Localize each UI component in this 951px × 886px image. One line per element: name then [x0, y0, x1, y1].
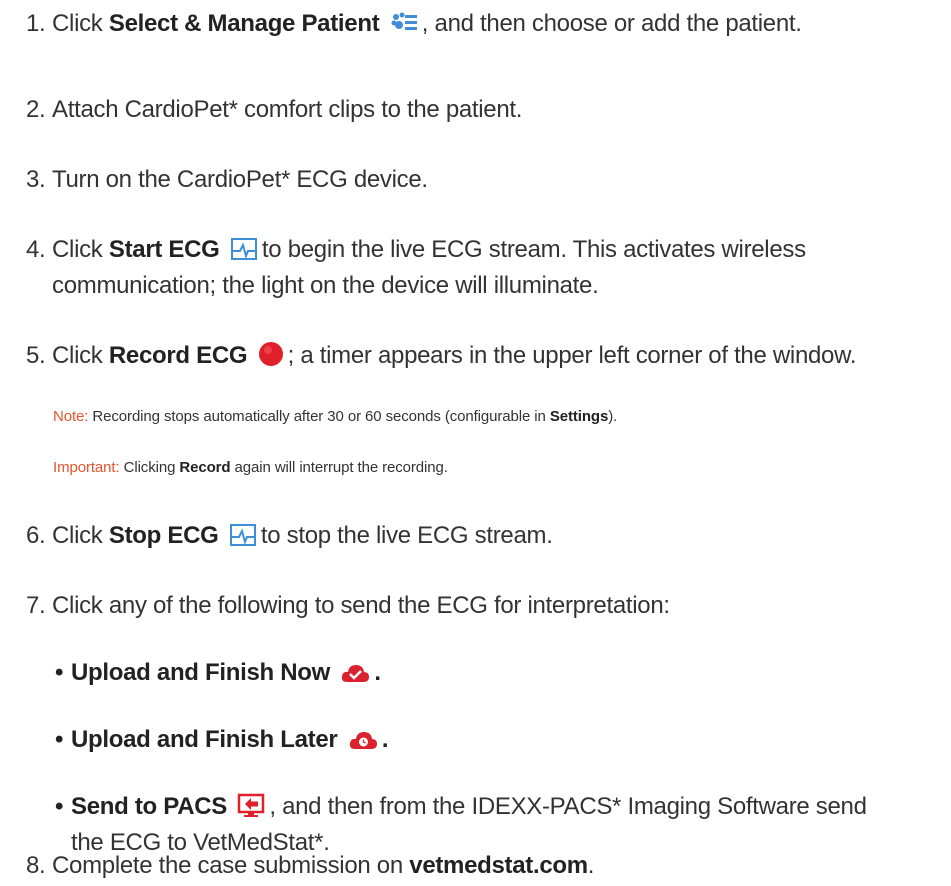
cloud-clock-icon — [348, 729, 378, 751]
step-2: 2. Attach CardioPet* comfort clips to the… — [26, 96, 523, 123]
record-ecg-label: Record ECG — [108, 342, 248, 369]
step-5: 5. Click Record ECG ; a timer appears in … — [26, 341, 857, 369]
record-dot-icon — [258, 341, 284, 367]
important-text: Important: Clicking Record again will in… — [53, 459, 448, 476]
select-manage-patient-label: Select & Manage Patient — [108, 10, 380, 37]
step-1: 1. Click Select & Manage Patient , and th… — [26, 10, 802, 37]
step-8: 8. Complete the case submission on vetmed… — [26, 852, 595, 879]
note-label: Note: — [53, 408, 89, 425]
important-label: Important: — [53, 459, 120, 476]
record-label: Record — [179, 459, 231, 476]
bullet-upload-finish-later: • Upload and Finish Later . — [55, 726, 389, 753]
cloud-check-icon — [340, 662, 370, 684]
pacs-send-icon — [237, 792, 265, 818]
settings-label: Settings — [549, 408, 609, 425]
upload-finish-now-label: Upload and Finish Now — [71, 659, 331, 686]
step-6: 6. Click Stop ECG to stop the live ECG st… — [26, 522, 553, 549]
step-7: 7. Click any of the following to send the… — [26, 592, 670, 619]
bullet-upload-finish-now: • Upload and Finish Now . — [55, 659, 381, 686]
ecg-monitor-icon — [230, 237, 258, 261]
vetmedstat-link[interactable]: vetmedstat.com — [409, 852, 588, 879]
note-text: Note: Recording stops automatically afte… — [53, 408, 618, 425]
stop-ecg-label: Stop ECG — [108, 522, 219, 549]
ecg-monitor-icon — [229, 523, 257, 547]
step-4: 4. Click Start ECG to begin the live ECG … — [26, 236, 806, 299]
send-to-pacs-label: Send to PACS — [71, 793, 227, 820]
patient-list-icon — [390, 11, 418, 35]
start-ecg-label: Start ECG — [108, 236, 220, 263]
step-3: 3. Turn on the CardioPet* ECG device. — [26, 166, 428, 193]
upload-finish-later-label: Upload and Finish Later — [71, 726, 338, 753]
